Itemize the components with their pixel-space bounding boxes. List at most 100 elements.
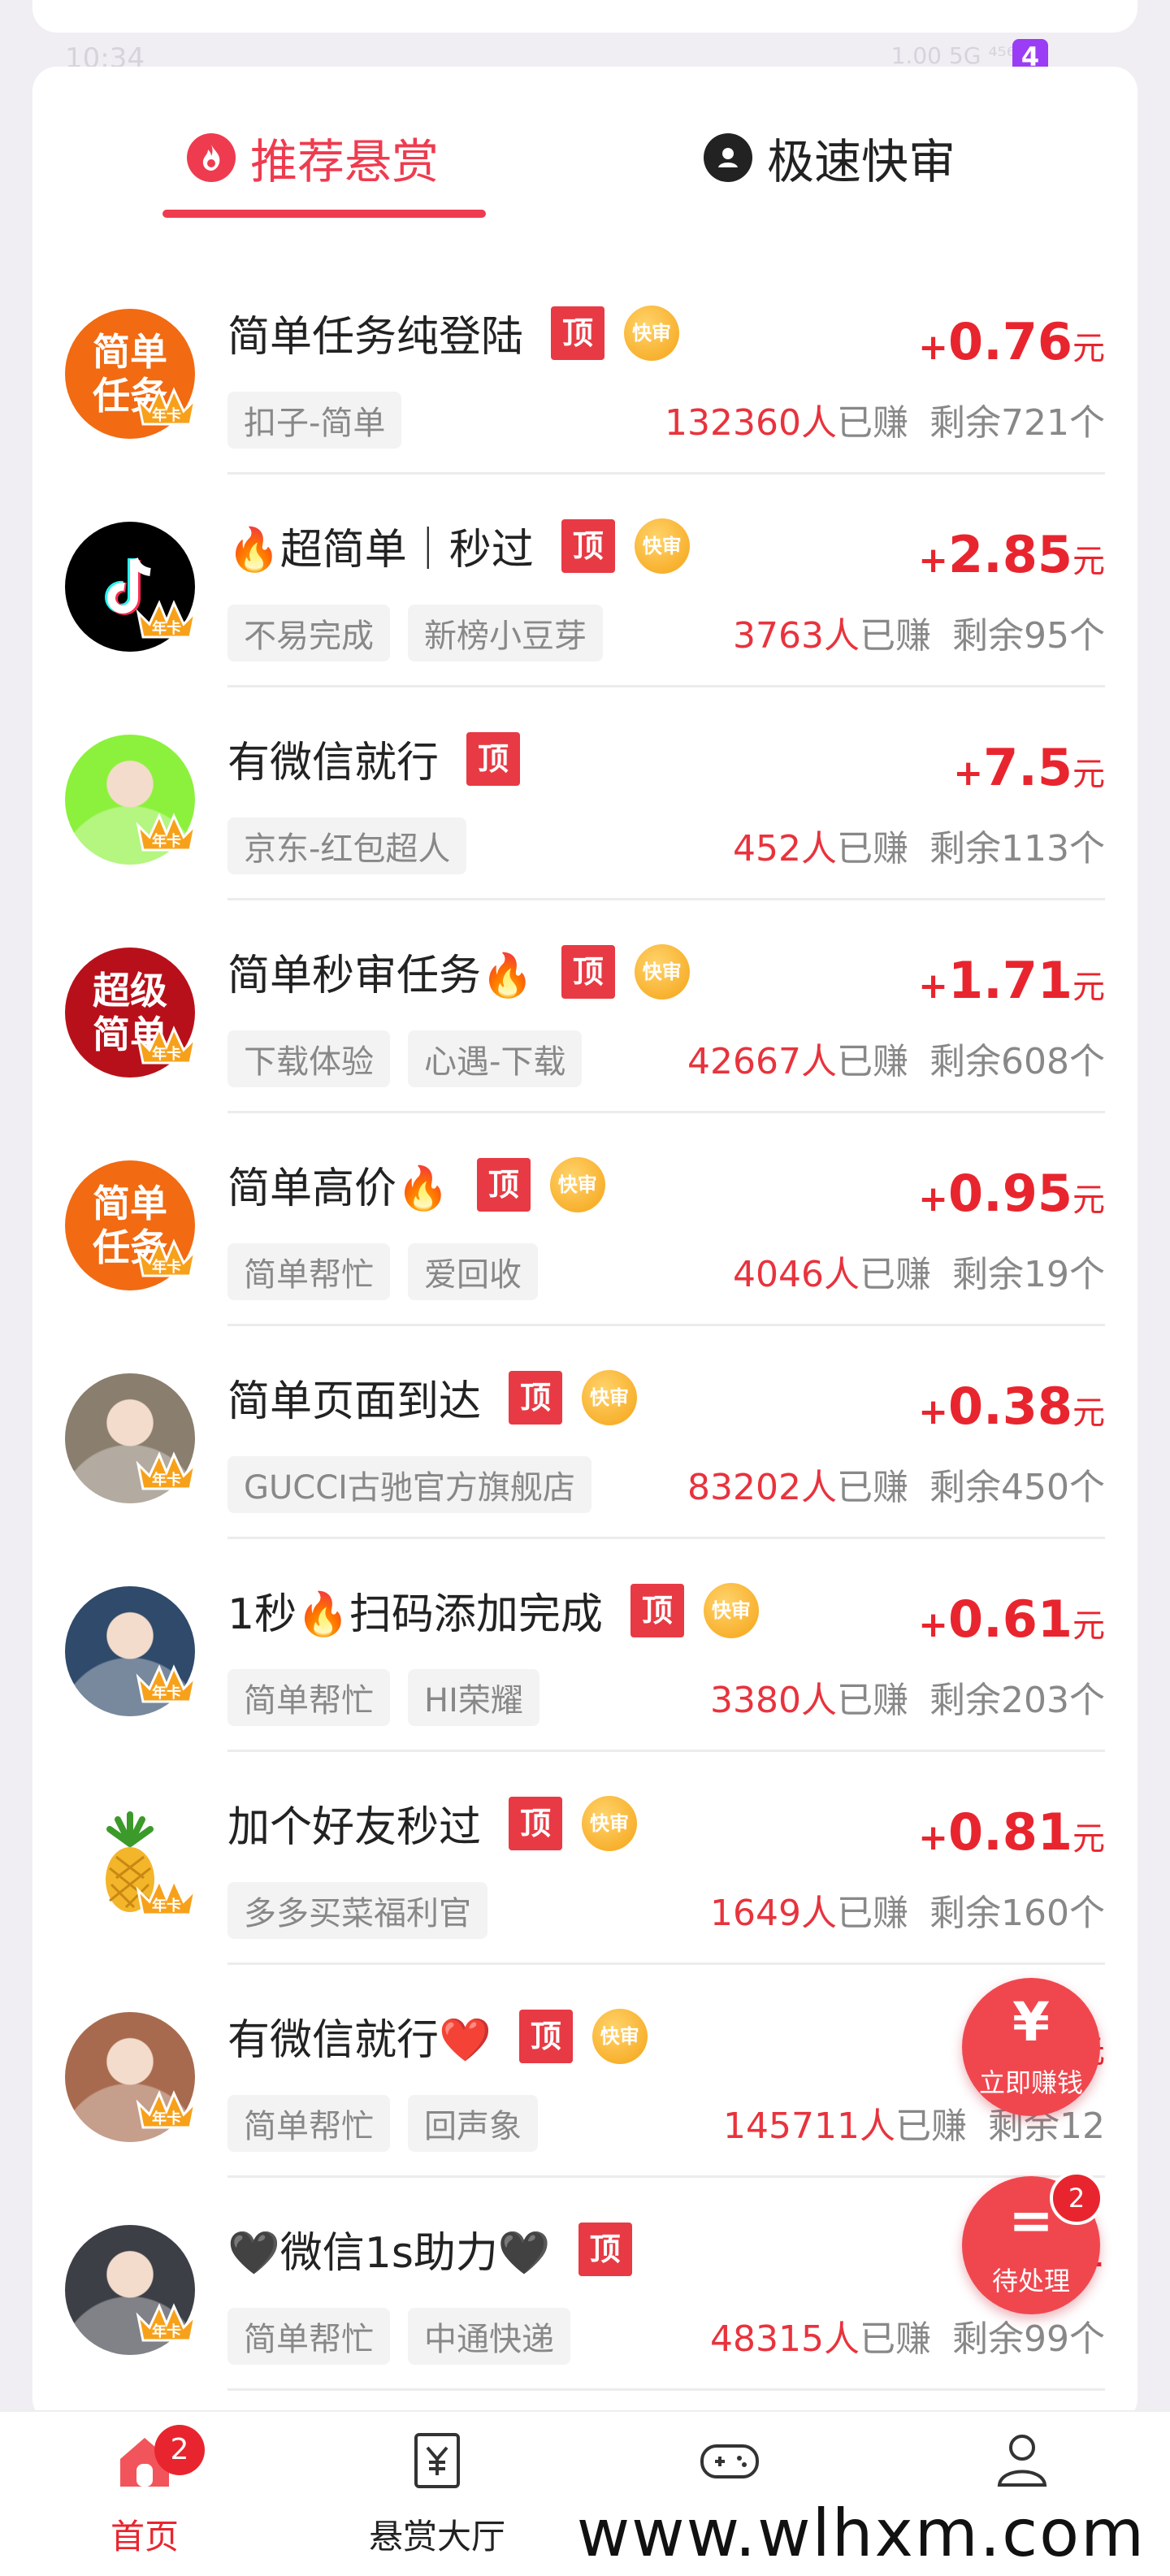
task-chip: 回声象 (408, 2095, 538, 2152)
task-stats: 3763人已赚 剩余95个 (733, 606, 1105, 658)
task-row[interactable]: 超级简单 年卡 简单秒审任务🔥 顶快审 +1.71元 下载体验 心遇-下载 42667人已赚剩… (32, 900, 1138, 1113)
fast-review-tag: 快审 (549, 1156, 605, 1212)
task-earned: 已赚 (860, 615, 931, 657)
tab-recommended-label: 推荐悬赏 (250, 134, 440, 189)
pinned-tag: 顶 (561, 518, 615, 573)
crown-icon: 年卡 (135, 2087, 198, 2132)
task-count: 1649人 (710, 1893, 838, 1934)
reward-amount: 0.81 (948, 1802, 1072, 1862)
reward-amount: 7.5 (983, 738, 1072, 797)
task-chip: HI荣耀 (408, 1669, 540, 1726)
reward-hall-icon (405, 2428, 470, 2493)
task-chips: 京东-红包超人 (228, 817, 467, 874)
task-earned: 已赚 (837, 402, 909, 444)
reward-unit: 元 (1072, 1182, 1105, 1219)
task-stats: 83202人已赚 剩余450个 (687, 1458, 1105, 1510)
status-network: 1.00 5G ⁴⁵⁶ (890, 42, 1016, 69)
reward-amount: 0.95 (948, 1164, 1072, 1223)
nav-profile[interactable] (941, 2428, 1103, 2493)
task-count: 42667人 (687, 1041, 838, 1082)
user-circle-icon (704, 133, 752, 182)
task-title: 加个好友秒过顶快审 (228, 1793, 638, 1854)
crown-label: 年卡 (152, 832, 181, 850)
task-chip: 简单帮忙 (228, 1669, 390, 1726)
nav-reward-hall[interactable]: 悬赏大厅 (356, 2428, 518, 2559)
task-stats: 132360人已赚 剩余721个 (665, 393, 1105, 445)
reward-unit: 元 (1072, 1820, 1105, 1858)
task-row[interactable]: 年卡 1秒🔥扫码添加完成顶快审 +0.61元 简单帮忙 HI荣耀 3380人已赚 剩余203… (32, 1539, 1138, 1752)
reward-unit: 元 (1072, 330, 1105, 367)
task-row[interactable]: 年卡 简单页面到达顶快审 +0.38元 GUCCI古驰官方旗舰店 83202人已赚 剩余4… (32, 1326, 1138, 1539)
reward-plus: + (918, 1391, 949, 1433)
task-count: 145711人 (723, 2105, 895, 2147)
task-stats: 48315人已赚 剩余99个 (710, 2309, 1105, 2361)
task-chips: 简单帮忙 HI荣耀 (228, 1669, 540, 1726)
home-icon: 2 (112, 2425, 205, 2493)
task-row[interactable]: 年卡 加个好友秒过顶快审 +0.81元 多多买菜福利官 1649人已赚 剩余160个 (32, 1752, 1138, 1965)
crown-icon: 年卡 (135, 1022, 198, 1068)
crown-label: 年卡 (152, 1897, 181, 1915)
crown-icon: 年卡 (135, 1661, 198, 1706)
task-title: 简单页面到达顶快审 (228, 1367, 638, 1428)
task-count: 452人 (733, 828, 838, 870)
earn-now-button[interactable]: ¥ 立即赚钱 (962, 1978, 1100, 2116)
task-title: 🖤微信1s助力🖤 顶 (228, 2218, 632, 2279)
tab-recommended[interactable]: 推荐悬赏 (187, 124, 439, 192)
crown-label: 年卡 (152, 1045, 181, 1063)
task-row[interactable]: 简单任务 年卡 简单高价🔥 顶快审 +0.95元 简单帮忙 爱回收 4046人已赚 剩余19个 (32, 1113, 1138, 1326)
task-row[interactable]: 年卡 🔥超简单｜秒过顶快审 +2.85元 不易完成 新榜小豆芽 3763人已赚 剩余95个 (32, 475, 1138, 687)
task-row[interactable]: 简单任务 年卡 简单任务纯登陆顶快审 +0.76元 扣子-简单 132360人已赚 剩余72… (32, 262, 1138, 475)
crown-label: 年卡 (152, 2110, 181, 2127)
task-earned: 已赚 (895, 2105, 967, 2147)
bottom-navigation: 2 首页 悬赏大厅 www.wlhxm.com (0, 2410, 1170, 2576)
reward-plus: + (953, 752, 984, 794)
nav-games[interactable] (648, 2428, 811, 2493)
task-remain: 剩余95个 (952, 615, 1105, 657)
fast-review-tag: 快审 (582, 1369, 638, 1425)
task-title: 🔥超简单｜秒过顶快审 (228, 515, 690, 576)
task-earned: 已赚 (860, 2318, 931, 2360)
task-reward: +0.38元 (918, 1377, 1105, 1436)
task-reward: +0.76元 (918, 312, 1105, 371)
yen-icon: ¥ (1012, 1991, 1050, 2053)
task-chip: 简单帮忙 (228, 2308, 390, 2365)
task-remain: 剩余608个 (930, 1041, 1105, 1082)
task-chip: 新榜小豆芽 (408, 605, 603, 661)
pinned-tag: 顶 (630, 1583, 684, 1637)
task-reward: +0.95元 (918, 1164, 1105, 1223)
task-chips: 简单帮忙 回声象 (228, 2095, 538, 2152)
pinned-tag: 顶 (466, 731, 521, 786)
reward-unit: 元 (1072, 969, 1105, 1006)
crown-label: 年卡 (152, 406, 181, 424)
nav-home[interactable]: 2 首页 (63, 2425, 226, 2559)
reward-amount: 0.38 (948, 1377, 1072, 1436)
earn-now-label: 立即赚钱 (978, 2067, 1083, 2098)
task-chip: 下载体验 (228, 1030, 390, 1087)
task-earned: 已赚 (837, 1680, 909, 1721)
reward-amount: 2.85 (948, 525, 1072, 584)
profile-icon (990, 2428, 1055, 2493)
task-tabs: 推荐悬赏 极速快审 (32, 67, 1138, 221)
task-row[interactable]: 年卡 有微信就行顶 +7.5元 京东-红包超人 452人已赚 剩余113个 (32, 687, 1138, 900)
crown-icon: 年卡 (135, 384, 198, 429)
task-count: 3763人 (733, 615, 860, 657)
task-reward: +1.71元 (918, 951, 1105, 1010)
pinned-tag: 顶 (561, 944, 615, 999)
pending-button[interactable]: = 待处理 2 (962, 2171, 1103, 2314)
crown-icon: 年卡 (135, 2300, 198, 2345)
crown-icon: 年卡 (135, 1448, 198, 1494)
task-title-text: 简单秒审任务🔥 (228, 952, 534, 1000)
pending-badge: 2 (1050, 2171, 1103, 2225)
task-title: 有微信就行顶 (228, 728, 521, 789)
fast-review-tag: 快审 (624, 305, 680, 361)
task-stats: 3380人已赚 剩余203个 (710, 1671, 1105, 1723)
pinned-tag: 顶 (476, 1157, 531, 1212)
task-earned: 已赚 (837, 1041, 909, 1082)
pinned-tag: 顶 (509, 1370, 563, 1425)
crown-icon: 年卡 (135, 1874, 198, 1919)
task-title: 1秒🔥扫码添加完成顶快审 (228, 1580, 759, 1641)
pending-label: 待处理 (991, 2266, 1070, 2296)
tab-fast-review[interactable]: 极速快审 (704, 124, 956, 192)
reward-plus: + (918, 540, 949, 581)
crown-icon: 年卡 (135, 809, 198, 855)
